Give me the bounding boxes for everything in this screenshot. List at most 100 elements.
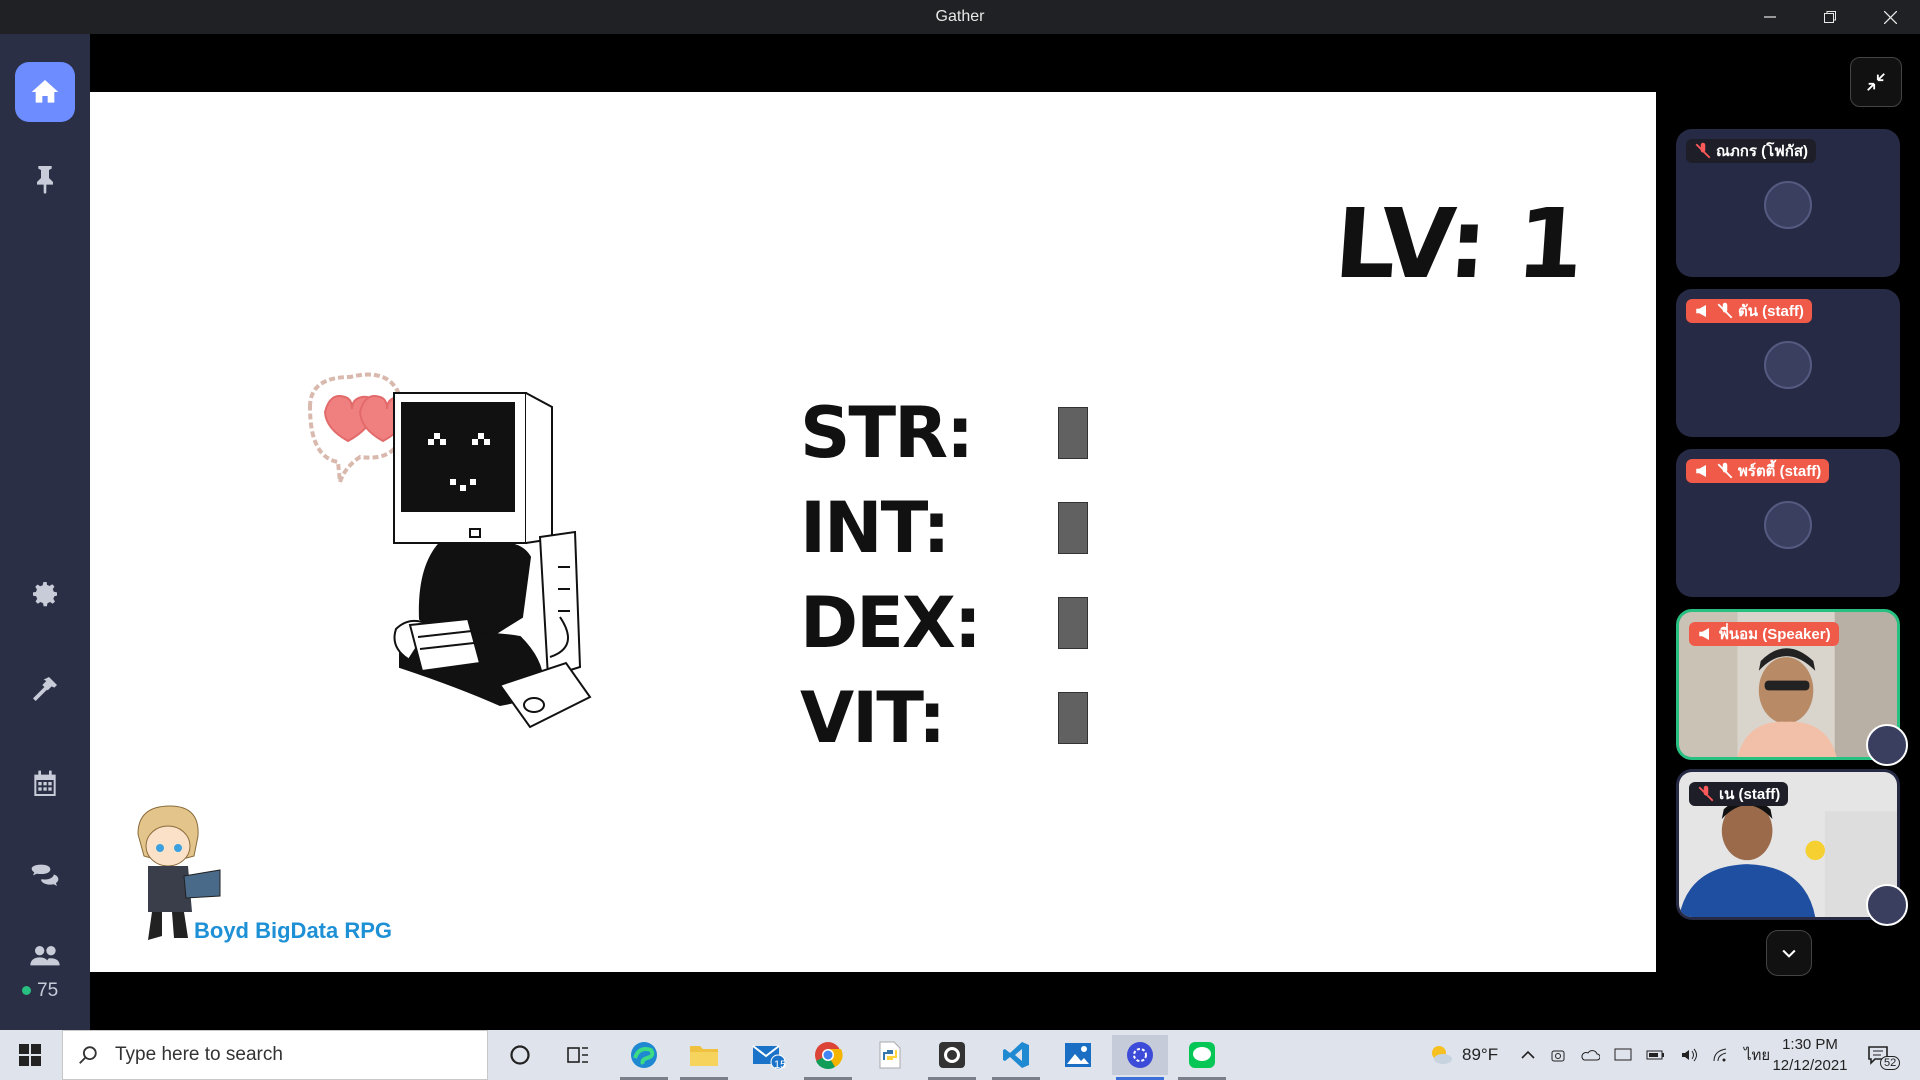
people-icon (30, 946, 60, 966)
stat-bar-dex (1058, 597, 1088, 649)
taskbar-app-gather[interactable] (1112, 1035, 1168, 1080)
megaphone-icon (1699, 628, 1709, 640)
stat-bar-int (1058, 502, 1088, 554)
search-box[interactable] (62, 1030, 488, 1080)
calendar-icon (34, 770, 56, 796)
mic-muted-icon (1717, 302, 1733, 319)
partly-sunny-icon (1432, 1046, 1452, 1064)
title-bar: Gather (0, 0, 1920, 34)
mic-muted-icon (1695, 142, 1711, 159)
chat-icon (31, 864, 59, 886)
task-view-button[interactable] (550, 1035, 606, 1075)
gather-icon (1127, 1042, 1153, 1068)
brand-text: Boyd BigData RPG (194, 918, 393, 943)
participant-card[interactable]: พร์ตตี้ (staff) (1676, 449, 1900, 597)
taskbar-app-obs[interactable] (924, 1035, 980, 1080)
photos-icon (1065, 1043, 1091, 1067)
mail-badge: 15 (774, 1059, 787, 1071)
minimize-button[interactable] (1740, 0, 1800, 34)
search-input[interactable] (113, 1043, 477, 1067)
windows-logo-icon (19, 1044, 41, 1066)
gear-icon (33, 582, 57, 607)
pin-icon (37, 166, 53, 194)
display-tray-icon[interactable] (1614, 1047, 1632, 1063)
taskbar-app-line[interactable] (1174, 1035, 1230, 1080)
participant-card[interactable]: ณภกร (โฟกัส) (1676, 129, 1900, 277)
notification-center-button[interactable]: 52 (1866, 1030, 1901, 1080)
stat-bar-str (1058, 407, 1088, 459)
computer-head-character-illustration (307, 372, 592, 729)
home-button[interactable] (15, 62, 75, 122)
obs-icon (939, 1042, 965, 1068)
minimize-view-icon (1867, 73, 1885, 91)
megaphone-icon (1696, 305, 1706, 317)
collapse-button[interactable] (1850, 57, 1902, 107)
window-title: Gather (935, 8, 985, 25)
edge-icon (631, 1042, 657, 1068)
cortana-button[interactable] (492, 1035, 548, 1075)
wifi-icon[interactable] (1712, 1047, 1730, 1063)
hammer-icon (33, 677, 57, 701)
taskbar-app-vscode[interactable] (988, 1035, 1044, 1080)
participant-name: พร์ตตี้ (staff) (1738, 463, 1822, 480)
online-count: 75 (22, 980, 58, 1002)
clock-date: 12/12/2021 (1772, 1057, 1848, 1074)
participant-name: พี่นอม (Speaker) (1719, 626, 1831, 643)
start-button[interactable] (0, 1030, 60, 1080)
participant-card[interactable]: ตัน (staff) (1676, 289, 1900, 437)
participant-name: ณภกร (โฟกัส) (1716, 143, 1809, 160)
restore-button[interactable] (1800, 0, 1860, 34)
avatar (1764, 341, 1812, 389)
battery-icon[interactable] (1646, 1047, 1666, 1063)
mic-muted-icon (1717, 462, 1733, 479)
taskbar: 15 89°F ไทย 1:30 PM 12/12/2021 52 (0, 1030, 1920, 1080)
minimize-icon (1764, 16, 1776, 18)
avatar (1764, 501, 1812, 549)
settings-button[interactable] (15, 564, 75, 624)
stat-label-int: INT: (800, 487, 951, 569)
taskbar-app-mail[interactable]: 15 (740, 1035, 796, 1075)
chevron-down-icon (1782, 949, 1796, 958)
weather-temp: 89°F (1462, 1045, 1499, 1064)
taskbar-app-chrome[interactable] (800, 1035, 856, 1080)
avatar (1866, 724, 1908, 766)
pin-button[interactable] (15, 148, 75, 208)
clock-time: 1:30 PM (1782, 1036, 1838, 1053)
scroll-participants-down-button[interactable] (1766, 930, 1812, 976)
system-tray: ไทย (1520, 1030, 1770, 1080)
taskbar-app-photos[interactable] (1050, 1035, 1106, 1075)
avatar (1764, 181, 1812, 229)
participant-name-tag: เน (staff) (1689, 782, 1789, 806)
participants-button[interactable] (15, 926, 75, 986)
clock[interactable]: 1:30 PM 12/12/2021 (1755, 1034, 1865, 1076)
online-count-value: 75 (37, 980, 59, 1001)
notification-badge: 52 (1880, 1056, 1901, 1070)
participant-name: ตัน (staff) (1738, 303, 1804, 320)
close-button[interactable] (1860, 0, 1920, 34)
stat-label-str: STR: (800, 392, 974, 474)
mic-muted-icon (1698, 785, 1714, 802)
camera-tray-icon[interactable] (1550, 1047, 1566, 1063)
weather-widget[interactable]: 89°F (1428, 1030, 1498, 1080)
megaphone-icon (1696, 465, 1706, 477)
participant-name-tag: ตัน (staff) (1686, 299, 1812, 323)
close-icon (1883, 10, 1897, 24)
taskbar-app-edge[interactable] (616, 1035, 672, 1080)
chevron-up-icon[interactable] (1520, 1047, 1536, 1063)
onedrive-icon[interactable] (1580, 1047, 1600, 1063)
taskbar-app-explorer[interactable] (676, 1035, 732, 1080)
calendar-button[interactable] (15, 754, 75, 814)
task-view-icon (567, 1047, 588, 1063)
avatar (1866, 884, 1908, 926)
line-icon (1189, 1042, 1215, 1068)
stat-label-dex: DEX: (800, 582, 982, 664)
participant-name-tag: พร์ตตี้ (staff) (1686, 459, 1830, 483)
chat-button[interactable] (15, 848, 75, 908)
cortana-icon (510, 1045, 530, 1065)
build-button[interactable] (15, 659, 75, 719)
volume-icon[interactable] (1680, 1047, 1698, 1063)
home-icon (31, 80, 59, 103)
taskbar-app-python[interactable] (862, 1035, 918, 1075)
stat-label-vit: VIT: (800, 677, 946, 759)
level-text: LV: 1 (1331, 188, 1586, 300)
